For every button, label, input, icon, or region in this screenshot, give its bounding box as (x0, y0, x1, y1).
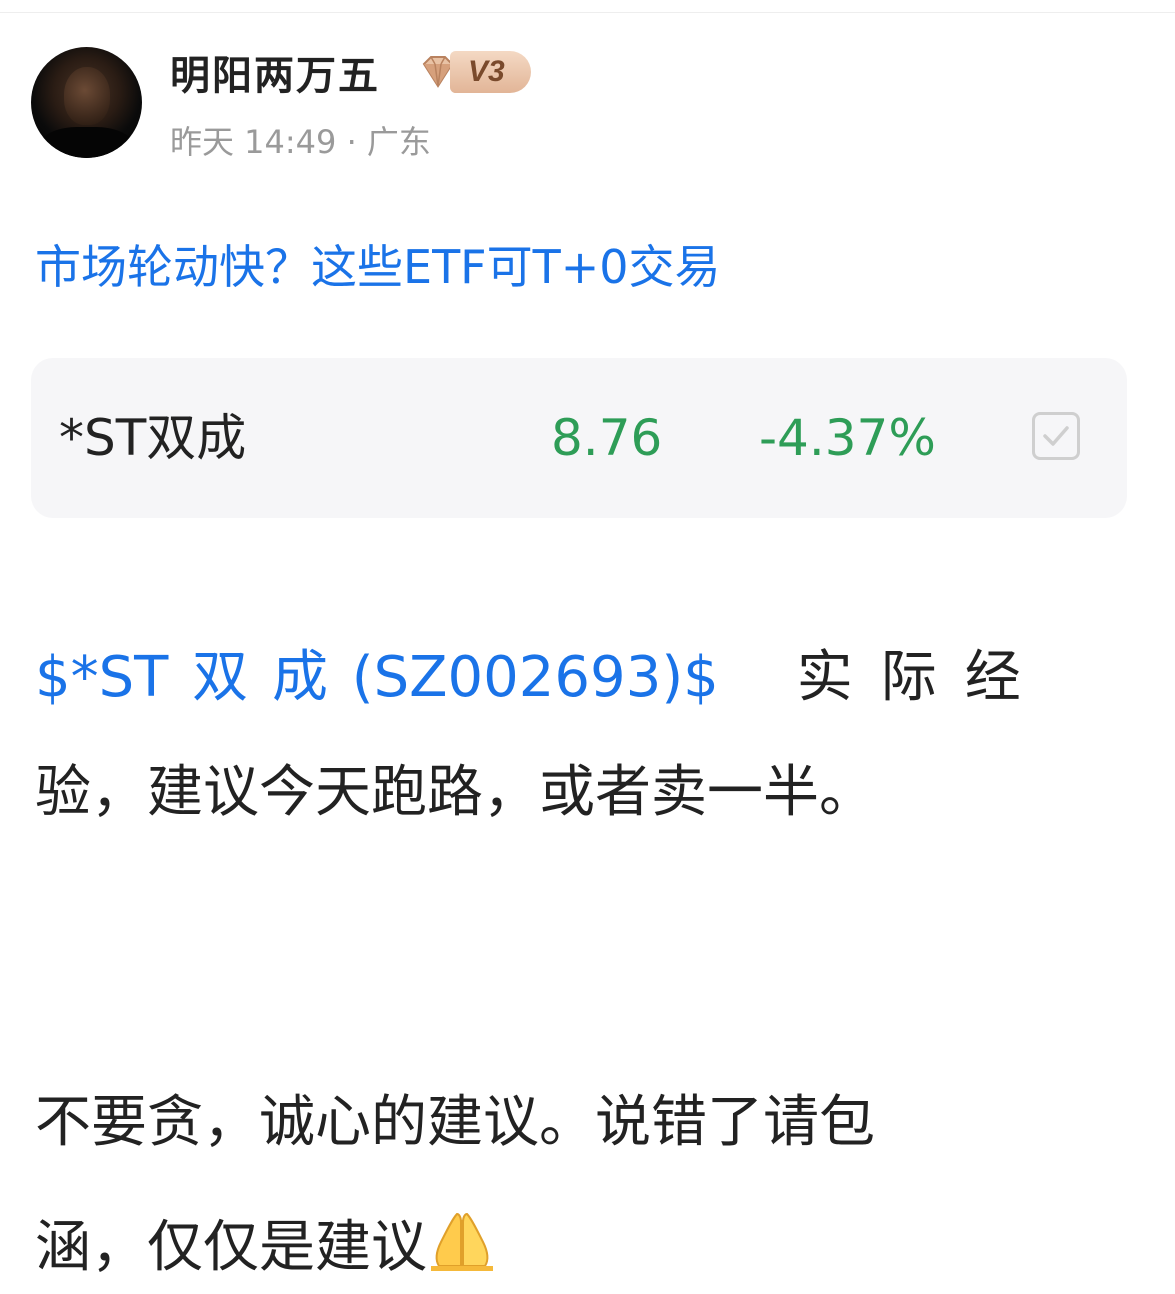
checkmark-icon (1043, 426, 1069, 446)
post-time: 昨天 14:49 (170, 123, 337, 161)
avatar-face (64, 67, 110, 125)
stock-name: *ST双成 (59, 409, 247, 467)
post-line-1: $*ST 双 成 (SZ002693)$ 实际经 (35, 650, 1130, 706)
post-line-4: 涵，仅仅是建议 (35, 1208, 1130, 1276)
praying-hands-icon (431, 1212, 493, 1271)
avatar-shirt (39, 127, 134, 158)
username[interactable]: 明阳两万五 (170, 48, 380, 104)
level-badge[interactable]: V3 (418, 47, 531, 97)
stock-card[interactable]: *ST双成 8.76 -4.37% (31, 358, 1127, 518)
watchlist-checkbox[interactable] (1032, 412, 1080, 460)
top-divider (0, 12, 1175, 13)
post-line-4-text: 涵，仅仅是建议 (35, 1215, 427, 1280)
post-meta: 昨天 14:49 · 广东 (170, 120, 431, 164)
stock-price: 8.76 (551, 409, 663, 467)
post-line-3: 不要贪，诚心的建议。说错了请包 (35, 1090, 875, 1155)
level-label: V3 (450, 51, 531, 93)
stock-change: -4.37% (759, 409, 936, 467)
post-line-2: 验，建议今天跑路，或者卖一半。 (35, 760, 875, 825)
topic-link[interactable]: 市场轮动快？这些ETF可T+0交易 (35, 236, 721, 298)
post-location: 广东 (366, 123, 431, 161)
meta-separator: · (346, 123, 357, 161)
post-line-1-rest: 实际经 (796, 645, 1049, 710)
user-avatar[interactable] (31, 47, 142, 158)
stock-mention-link[interactable]: $*ST 双 成 (SZ002693)$ (35, 645, 719, 710)
